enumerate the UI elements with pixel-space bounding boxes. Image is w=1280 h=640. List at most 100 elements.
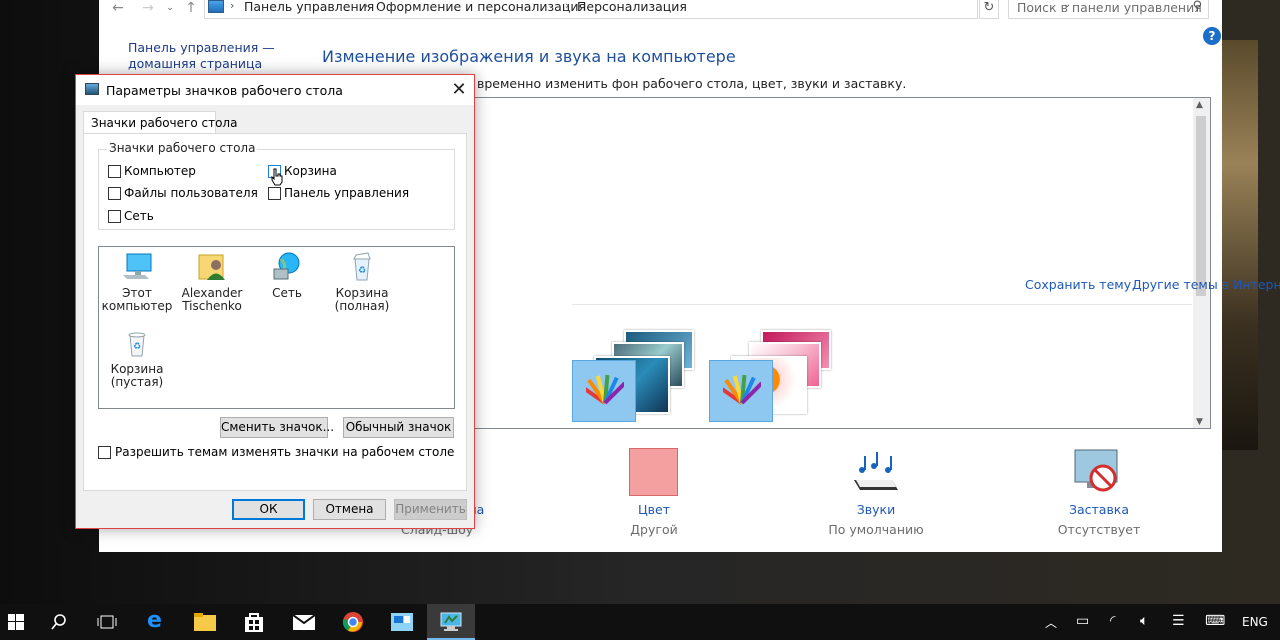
action-center-icon[interactable]: ☰ bbox=[1172, 613, 1185, 629]
desktop-settings-icon bbox=[85, 83, 99, 95]
theme-list[interactable]: ▲ ▼ Сохранить тему Другие темы в Интерне… bbox=[471, 97, 1280, 429]
color-palette-icon bbox=[586, 374, 624, 405]
breadcrumb-appearance[interactable]: Оформление и персонализация bbox=[376, 0, 586, 14]
recycle-bin-checkbox-label[interactable]: Корзина bbox=[284, 164, 337, 178]
explorer-taskbar-button[interactable] bbox=[181, 604, 229, 640]
change-icon-button[interactable]: Сменить значок... bbox=[220, 417, 334, 438]
forward-arrow-icon[interactable]: → bbox=[139, 0, 157, 16]
theme-list-scrollbar[interactable]: ▲ ▼ bbox=[1193, 98, 1210, 428]
color-value: Другой bbox=[630, 522, 678, 537]
list-item[interactable]: Сеть bbox=[249, 251, 325, 300]
more-themes-link[interactable]: Другие темы в Интернете bbox=[1132, 277, 1280, 292]
control-panel-icon bbox=[208, 0, 224, 13]
user-files-checkbox-label[interactable]: Файлы пользователя bbox=[124, 186, 258, 200]
address-bar[interactable]: › Панель управления › Оформление и персо… bbox=[204, 0, 1071, 19]
color-swatch[interactable] bbox=[629, 448, 678, 496]
theme-flowers[interactable] bbox=[709, 330, 849, 422]
icon-label: Tischenko bbox=[182, 299, 242, 313]
chevron-right-icon[interactable]: › bbox=[565, 0, 569, 12]
search-icon[interactable]: ⚲ bbox=[1192, 0, 1202, 14]
chrome-icon bbox=[342, 612, 363, 632]
allow-themes-checkbox[interactable] bbox=[98, 446, 111, 459]
sounds-icon bbox=[854, 452, 898, 490]
icon-label: Сеть bbox=[272, 286, 302, 300]
sounds-value: По умолчанию bbox=[828, 522, 924, 537]
search-placeholder: Поиск в панели управления bbox=[1017, 0, 1202, 15]
back-arrow-icon[interactable]: ← bbox=[109, 0, 127, 16]
scroll-up-icon[interactable]: ▲ bbox=[1196, 100, 1203, 110]
wifi-icon[interactable]: ◜ bbox=[1110, 613, 1115, 629]
store-icon bbox=[245, 613, 263, 632]
list-item[interactable]: ♻ Корзина (пустая) bbox=[99, 327, 175, 389]
apply-button[interactable]: Применить bbox=[394, 499, 467, 520]
control-panel-checkbox-label[interactable]: Панель управления bbox=[284, 186, 409, 200]
volume-icon[interactable]: 🔈︎ bbox=[1140, 613, 1148, 629]
control-panel-checkbox[interactable] bbox=[268, 187, 281, 200]
ok-button[interactable]: ОК bbox=[232, 499, 305, 520]
store-taskbar-button[interactable] bbox=[230, 604, 278, 640]
screensaver-value: Отсутствует bbox=[1057, 522, 1141, 537]
svg-text:♻: ♻ bbox=[133, 342, 141, 352]
control-panel-icon bbox=[440, 612, 462, 631]
sounds-label[interactable]: Звуки bbox=[796, 502, 956, 517]
edge-icon: e bbox=[147, 608, 162, 633]
screensaver-label[interactable]: Заставка bbox=[1019, 502, 1179, 517]
keyboard-icon[interactable]: ⌨ bbox=[1205, 613, 1225, 629]
tab-panel: Значки рабочего стола Компьютер Корзина … bbox=[83, 133, 467, 491]
cancel-button[interactable]: Отмена bbox=[313, 499, 386, 520]
default-icon-button[interactable]: Обычный значок bbox=[343, 417, 454, 438]
chrome-taskbar-button[interactable] bbox=[329, 604, 377, 640]
network-checkbox[interactable] bbox=[108, 210, 121, 223]
refresh-button[interactable]: ↻ bbox=[979, 0, 999, 19]
desktop-icons-group: Значки рабочего стола Компьютер Корзина … bbox=[98, 141, 455, 230]
up-arrow-icon[interactable]: ↑ bbox=[182, 0, 200, 16]
screensaver-icon bbox=[1074, 449, 1118, 492]
language-indicator[interactable]: ENG bbox=[1242, 615, 1268, 629]
allow-themes-checkbox-label[interactable]: Разрешить темам изменять значки на рабоч… bbox=[115, 445, 454, 459]
breadcrumb-personalization[interactable]: Персонализация bbox=[577, 0, 687, 14]
svg-text:♻: ♻ bbox=[358, 266, 366, 276]
theme-windows[interactable] bbox=[572, 330, 712, 422]
icon-label: (полная) bbox=[334, 299, 390, 313]
refresh-icon: ↻ bbox=[983, 0, 995, 15]
computer-checkbox-label[interactable]: Компьютер bbox=[124, 164, 196, 178]
color-label[interactable]: Цвет bbox=[574, 502, 734, 517]
user-files-checkbox[interactable] bbox=[108, 187, 121, 200]
help-icon[interactable]: ? bbox=[1203, 27, 1221, 45]
mail-icon bbox=[293, 615, 315, 630]
list-item[interactable]: Этот компьютер bbox=[99, 251, 175, 313]
network-checkbox-label[interactable]: Сеть bbox=[124, 209, 154, 223]
icon-preview-list[interactable]: Этот компьютер Alexander Tischenko Сеть … bbox=[98, 246, 455, 409]
scroll-down-icon[interactable]: ▼ bbox=[1196, 417, 1203, 427]
network-icon bbox=[273, 252, 300, 280]
theme-selection-tile bbox=[572, 360, 636, 422]
app-taskbar-button[interactable] bbox=[378, 604, 426, 640]
search-input[interactable]: Поиск в панели управления ⚲ bbox=[1008, 0, 1209, 19]
control-panel-taskbar-button[interactable] bbox=[427, 604, 475, 640]
close-icon[interactable]: ✕ bbox=[444, 77, 474, 103]
group-title: Значки рабочего стола bbox=[107, 141, 258, 155]
task-view-button[interactable] bbox=[83, 604, 131, 640]
chevron-right-icon[interactable]: › bbox=[364, 0, 368, 12]
tab-desktop-icons[interactable]: Значки рабочего стола bbox=[83, 111, 237, 134]
task-view-icon bbox=[97, 615, 117, 629]
theme-selection-tile bbox=[709, 360, 773, 422]
save-theme-link[interactable]: Сохранить тему bbox=[1025, 277, 1131, 292]
search-icon bbox=[51, 614, 66, 630]
dialog-title-bar[interactable]: Параметры значков рабочего стола ✕ bbox=[76, 75, 474, 105]
list-item[interactable]: ♻ Корзина (полная) bbox=[324, 251, 400, 313]
chevron-right-icon[interactable]: › bbox=[230, 0, 234, 12]
chevron-up-icon[interactable]: ︿ bbox=[1045, 614, 1057, 631]
icon-label: (пустая) bbox=[110, 375, 164, 389]
sidebar-home-link[interactable]: Панель управления — домашняя страница bbox=[128, 40, 278, 72]
computer-checkbox[interactable] bbox=[108, 165, 121, 178]
recycle-bin-full-icon: ♻ bbox=[353, 252, 371, 281]
search-taskbar-button[interactable] bbox=[35, 604, 83, 640]
battery-icon[interactable]: ▭ bbox=[1076, 613, 1089, 629]
recent-pages-chevron-icon[interactable]: ⌄ bbox=[161, 0, 179, 16]
list-item[interactable]: Alexander Tischenko bbox=[174, 251, 250, 313]
scrollbar-thumb[interactable] bbox=[1196, 116, 1206, 296]
mail-taskbar-button[interactable] bbox=[280, 604, 328, 640]
breadcrumb-control-panel[interactable]: Панель управления bbox=[244, 0, 374, 14]
edge-taskbar-button[interactable]: e bbox=[133, 604, 181, 640]
